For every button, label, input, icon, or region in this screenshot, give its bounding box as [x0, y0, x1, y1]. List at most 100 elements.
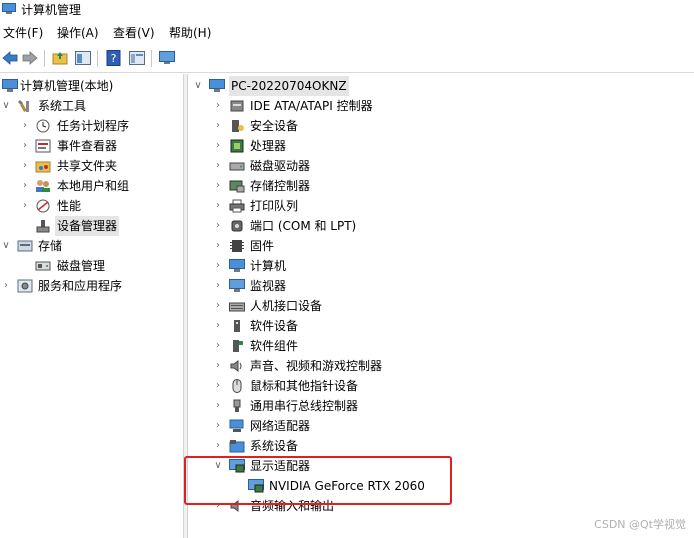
tree-node-shared-folders[interactable]: › 共享文件夹 [0, 156, 183, 176]
device-category-label: 人机接口设备 [250, 299, 323, 313]
tree-node-computer-root[interactable]: ∨ PC-20220704OKNZ [188, 76, 694, 96]
device-category-software-devices[interactable]: › 软件设备 [188, 316, 694, 336]
chevron-right-icon[interactable]: › [212, 316, 224, 336]
device-category-label: IDE ATA/ATAPI 控制器 [250, 99, 373, 113]
chevron-right-icon[interactable]: › [212, 136, 224, 156]
device-category-software-components[interactable]: › 软件组件 [188, 336, 694, 356]
tree-node-system-tools[interactable]: ∨ 系统工具 [0, 96, 183, 116]
chevron-right-icon[interactable]: › [212, 416, 224, 436]
device-category-print-queues[interactable]: › 打印队列 [188, 196, 694, 216]
port-icon [231, 220, 243, 232]
tree-node-label: 服务和应用程序 [38, 279, 123, 293]
chevron-right-icon[interactable]: › [212, 356, 224, 376]
device-category-mice[interactable]: › 鼠标和其他指针设备 [188, 376, 694, 396]
chevron-right-icon[interactable]: › [212, 276, 224, 296]
device-category-label: 监视器 [250, 279, 287, 293]
chevron-right-icon[interactable]: › [212, 376, 224, 396]
device-category-label: 网络适配器 [250, 419, 311, 433]
tree-node-disk-management[interactable]: 磁盘管理 [0, 256, 183, 276]
chevron-down-icon[interactable]: ∨ [0, 96, 12, 116]
chevron-right-icon[interactable]: › [19, 156, 31, 176]
menu-file[interactable]: 文件(F) [3, 24, 43, 42]
tree-node-label: 性能 [57, 199, 82, 213]
chevron-right-icon[interactable]: › [212, 156, 224, 176]
tree-node-performance[interactable]: › 性能 [0, 196, 183, 216]
device-category-computer[interactable]: › 计算机 [188, 256, 694, 276]
event-viewer-icon [35, 139, 51, 153]
device-category-processor[interactable]: › 处理器 [188, 136, 694, 156]
device-category-display-adapters[interactable]: ∨ 显示适配器 [188, 456, 694, 476]
device-category-network-adapters[interactable]: › 网络适配器 [188, 416, 694, 436]
computer-icon [229, 259, 245, 272]
chevron-right-icon[interactable]: › [19, 136, 31, 156]
device-item-nvidia-gpu[interactable]: NVIDIA GeForce RTX 2060 [188, 476, 694, 496]
device-category-ports[interactable]: › 端口 (COM 和 LPT) [188, 216, 694, 236]
display-adapter-icon [229, 459, 245, 473]
chevron-right-icon[interactable]: › [212, 116, 224, 136]
device-category-storage-controllers[interactable]: › 存储控制器 [188, 176, 694, 196]
device-category-usb-controllers[interactable]: › 通用串行总线控制器 [188, 396, 694, 416]
chevron-right-icon[interactable]: › [0, 276, 12, 296]
tree-node-device-manager[interactable]: 设备管理器 [0, 216, 183, 236]
device-category-sound-video-game[interactable]: › 声音、视频和游戏控制器 [188, 356, 694, 376]
device-category-monitors[interactable]: › 监视器 [188, 276, 694, 296]
tree-node-computer-management[interactable]: 计算机管理(本地) [0, 76, 183, 96]
tree-node-storage[interactable]: ∨ 存储 [0, 236, 183, 256]
chevron-right-icon[interactable]: › [212, 436, 224, 456]
device-category-disk-drives[interactable]: › 磁盘驱动器 [188, 156, 694, 176]
tree-node-label: 存储 [38, 239, 63, 253]
chevron-right-icon[interactable]: › [212, 396, 224, 416]
menu-action[interactable]: 操作(A) [57, 24, 99, 42]
disk-drive-icon [229, 162, 245, 171]
tree-node-services-applications[interactable]: › 服务和应用程序 [0, 276, 183, 296]
storage-controller-icon [229, 180, 245, 193]
chevron-down-icon[interactable]: ∨ [212, 456, 224, 476]
menu-help[interactable]: 帮助(H) [169, 24, 211, 42]
monitor-icon[interactable] [158, 49, 176, 67]
printer-icon [229, 199, 245, 213]
help-icon[interactable]: ? [105, 49, 123, 67]
toolbar-separator [151, 50, 152, 67]
chevron-right-icon[interactable]: › [212, 336, 224, 356]
device-category-label: 显示适配器 [250, 459, 311, 473]
device-category-label: 系统设备 [250, 439, 299, 453]
device-category-security[interactable]: › 安全设备 [188, 116, 694, 136]
menu-view[interactable]: 查看(V) [113, 24, 155, 42]
computer-name: PC-20220704OKNZ [229, 76, 349, 96]
back-icon[interactable] [1, 49, 19, 67]
device-category-ide[interactable]: › IDE ATA/ATAPI 控制器 [188, 96, 694, 116]
chevron-down-icon[interactable]: ∨ [192, 76, 204, 96]
forward-icon[interactable] [21, 49, 39, 67]
chevron-right-icon[interactable]: › [212, 216, 224, 236]
device-category-hid[interactable]: › 人机接口设备 [188, 296, 694, 316]
device-category-label: 磁盘驱动器 [250, 159, 311, 173]
tree-node-local-users-groups[interactable]: › 本地用户和组 [0, 176, 183, 196]
properties-icon[interactable] [128, 49, 146, 67]
tree-node-task-scheduler[interactable]: › 任务计划程序 [0, 116, 183, 136]
chevron-right-icon[interactable]: › [212, 296, 224, 316]
chevron-right-icon[interactable]: › [212, 496, 224, 516]
chevron-right-icon[interactable]: › [212, 236, 224, 256]
device-category-system-devices[interactable]: › 系统设备 [188, 436, 694, 456]
chevron-right-icon[interactable]: › [19, 196, 31, 216]
users-icon [36, 180, 50, 192]
device-category-audio-io[interactable]: › 音频输入和输出 [188, 496, 694, 516]
computer-management-icon [2, 79, 18, 92]
chevron-right-icon[interactable]: › [19, 176, 31, 196]
show-tree-icon[interactable] [74, 49, 92, 67]
toolbar: ? [0, 46, 694, 73]
chevron-right-icon[interactable]: › [212, 196, 224, 216]
storage-icon [17, 240, 33, 252]
chevron-down-icon[interactable]: ∨ [0, 236, 12, 256]
chevron-right-icon[interactable]: › [212, 96, 224, 116]
ide-controller-icon [230, 100, 244, 112]
processor-icon [230, 139, 244, 153]
chevron-right-icon[interactable]: › [19, 116, 31, 136]
chevron-right-icon[interactable]: › [212, 256, 224, 276]
device-category-firmware[interactable]: › 固件 [188, 236, 694, 256]
up-folder-icon[interactable] [51, 49, 69, 67]
tree-node-label: 系统工具 [38, 99, 87, 113]
tree-node-event-viewer[interactable]: › 事件查看器 [0, 136, 183, 156]
chevron-right-icon[interactable]: › [212, 176, 224, 196]
security-device-icon [232, 120, 244, 132]
